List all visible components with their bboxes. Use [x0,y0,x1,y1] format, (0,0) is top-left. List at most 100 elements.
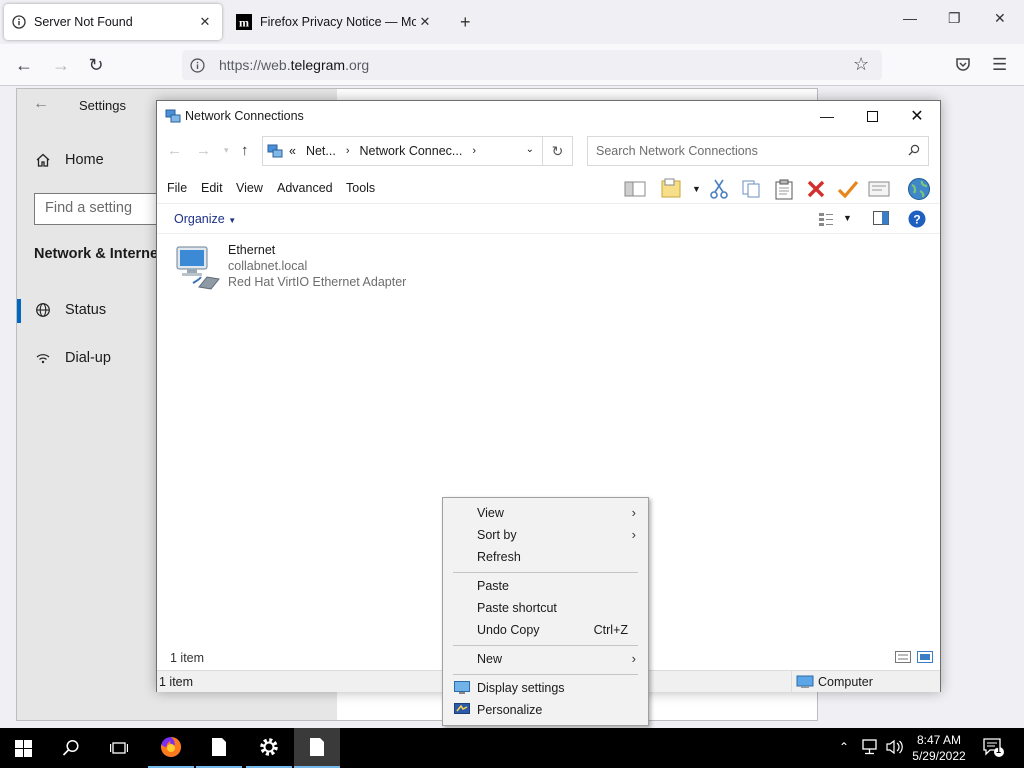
ethernet-connection-item[interactable]: Ethernet collabnet.local Red Hat VirtIO … [175,241,425,291]
chevron-down-icon[interactable]: ▼ [692,184,701,194]
tab-server-not-found[interactable]: Server Not Found ✕ [4,4,222,40]
new-tab-icon[interactable]: + [460,12,471,33]
restore-icon[interactable]: ❐ [948,10,961,27]
bookmark-star-icon[interactable]: ☆ [853,54,869,75]
globe-icon[interactable] [906,177,932,201]
connection-domain: collabnet.local [228,259,308,273]
menu-bar: File Edit View Advanced Tools ▼ [157,178,940,202]
context-item-paste-shortcut[interactable]: Paste shortcut [445,597,646,619]
menu-advanced[interactable]: Advanced [277,181,333,195]
task-view-icon[interactable] [96,728,142,768]
file-app-icon[interactable] [196,728,242,768]
copy-icon[interactable] [741,179,761,199]
firefox-icon[interactable] [148,728,194,768]
computer-icon [796,675,814,689]
context-item-refresh[interactable]: Refresh [445,546,646,568]
context-item-view[interactable]: View › [445,502,646,524]
settings-nav-status[interactable]: Status [35,302,106,318]
menu-tools[interactable]: Tools [346,181,375,195]
notification-count: 1 [996,745,1002,755]
chevron-right-icon[interactable]: › [346,145,350,157]
chevron-down-icon[interactable]: ▼ [843,213,852,223]
tiles-view-icon[interactable] [917,651,933,663]
close-window-icon[interactable]: ✕ [894,101,940,131]
details-view-icon[interactable] [895,651,911,663]
context-item-personalize[interactable]: Personalize [445,699,646,721]
change-view-icon[interactable] [818,211,834,227]
chevron-right-icon: › [631,651,636,666]
paste-icon[interactable] [774,179,794,200]
maximize-icon[interactable] [849,101,895,131]
settings-nav-dialup[interactable]: Dial-up [35,350,111,366]
help-icon[interactable]: ? [908,210,926,228]
search-input[interactable]: Search Network Connections [587,136,929,166]
preview-pane-toggle-icon[interactable] [873,211,889,225]
status-location: Computer [791,671,941,693]
context-item-undo-copy[interactable]: Undo Copy Ctrl+Z [445,619,646,641]
chevron-right-icon: › [631,505,636,520]
breadcrumb-item[interactable]: Network Connec... [360,144,463,158]
menu-item-label: Refresh [477,550,521,564]
close-tab-icon[interactable]: ✕ [196,13,214,31]
notifications-icon[interactable]: 1 [983,738,1005,758]
back-arrow-icon[interactable]: ← [33,95,49,113]
connection-adapter: Red Hat VirtIO Ethernet Adapter [228,275,407,289]
start-windows-icon[interactable] [0,728,46,768]
breadcrumb-item[interactable]: Net... [306,144,336,158]
back-icon[interactable]: ← [11,53,37,77]
taskbar-clock[interactable]: 8:47 AM 5/29/2022 [908,732,970,764]
settings-gear-icon[interactable] [246,728,292,768]
settings-home-link[interactable]: Home [35,152,104,168]
volume-icon[interactable] [886,739,904,755]
menu-view[interactable]: View [236,181,263,195]
up-icon[interactable]: ↑ [241,142,249,159]
menu-separator [453,572,638,573]
connection-name: Ethernet [228,243,276,257]
context-item-display-settings[interactable]: Display settings [445,677,646,699]
recent-locations-icon[interactable]: ▾ [224,145,229,156]
refresh-icon[interactable]: ↻ [543,136,573,166]
pocket-icon[interactable] [955,56,971,72]
tab-title: Server Not Found [34,15,133,29]
preview-pane-icon[interactable] [624,180,646,198]
chevron-right-icon: › [631,527,636,542]
organize-button[interactable]: Organize ▼ [174,212,236,226]
menu-item-label: Display settings [477,681,565,695]
tab-privacy-notice[interactable]: m Firefox Privacy Notice — Mozilla ✕ [228,4,442,40]
context-item-paste[interactable]: Paste [445,575,646,597]
forward-icon[interactable]: → [48,53,74,77]
nav-label: Status [65,302,107,318]
minimize-icon[interactable]: — [903,10,917,26]
context-item-sort-by[interactable]: Sort by › [445,524,646,546]
document-app-icon[interactable] [294,728,340,768]
forward-icon[interactable]: → [196,142,211,159]
back-icon[interactable]: ← [167,142,182,159]
chevron-right-icon[interactable]: › [472,145,476,157]
reload-icon[interactable]: ↻ [83,53,109,77]
context-item-new[interactable]: New › [445,648,646,670]
properties-icon[interactable] [868,180,890,198]
cut-icon[interactable] [709,178,729,200]
chevron-down-icon[interactable]: ⌄ [526,144,534,155]
close-window-icon[interactable]: ✕ [994,10,1006,27]
menu-edit[interactable]: Edit [201,181,223,195]
address-bar[interactable]: « Net... › Network Connec... › ⌄ [262,136,543,166]
minimize-icon[interactable]: — [804,101,850,131]
breadcrumb-overflow[interactable]: « [289,144,296,158]
menu-file[interactable]: File [167,181,187,195]
chevron-up-icon[interactable]: ⌃ [839,740,849,754]
folder-options-icon[interactable] [661,178,683,198]
url-bar[interactable]: https://web.telegram.org [182,50,882,80]
checkmark-icon[interactable] [837,179,859,199]
search-icon[interactable] [48,728,94,768]
network-tray-icon[interactable] [862,739,880,755]
menu-icon[interactable]: ☰ [992,55,1007,75]
delete-icon[interactable] [806,179,826,199]
menu-item-label: View [477,506,504,520]
close-tab-icon[interactable]: ✕ [416,13,434,31]
search-icon [908,144,920,159]
menu-separator [453,645,638,646]
svg-text:m: m [239,16,249,30]
display-icon [454,681,470,694]
settings-section-heading: Network & Internet [34,246,163,262]
